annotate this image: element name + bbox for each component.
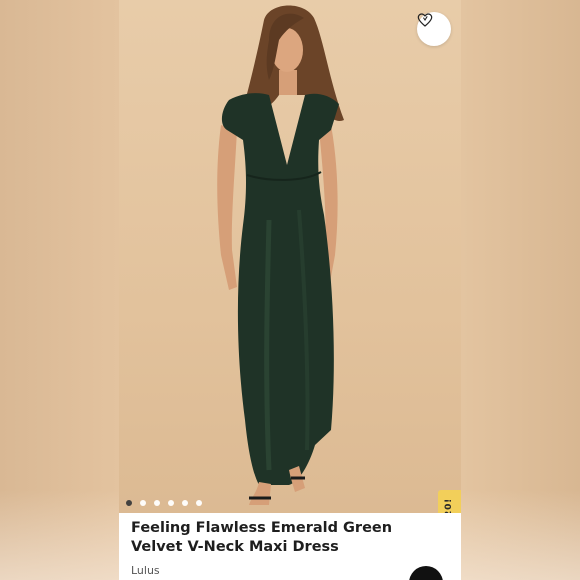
gallery-dot-3[interactable]	[154, 500, 160, 506]
gallery-dot-2[interactable]	[140, 500, 146, 506]
like-button[interactable]	[417, 12, 451, 46]
listing-info[interactable]: Feeling Flawless Emerald Green Velvet V-…	[119, 513, 461, 580]
gallery-dot-4[interactable]	[168, 500, 174, 506]
listing-card[interactable]: GET $20! Feeling Flawless Emerald Green …	[119, 0, 461, 580]
gallery-dot-6[interactable]	[196, 500, 202, 506]
gallery-dot-5[interactable]	[182, 500, 188, 506]
product-photo[interactable]	[119, 0, 461, 513]
blurred-backdrop-left	[0, 0, 119, 580]
listing-brand[interactable]: Lulus	[131, 564, 160, 577]
gallery-dot-1[interactable]	[126, 500, 132, 506]
listing-title[interactable]: Feeling Flawless Emerald Green Velvet V-…	[131, 519, 431, 557]
blurred-backdrop-right	[461, 0, 580, 580]
heart-icon	[417, 13, 433, 27]
model-illustration	[217, 5, 344, 505]
gallery-pagination[interactable]	[126, 500, 202, 506]
